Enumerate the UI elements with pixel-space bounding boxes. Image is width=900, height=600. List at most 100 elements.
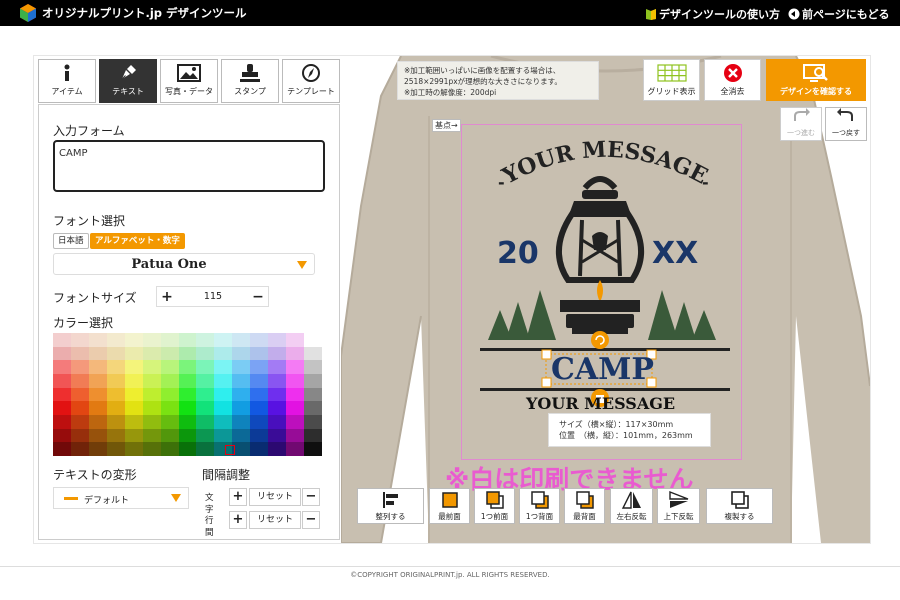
color-swatch[interactable] [70, 428, 89, 443]
line-spacing-minus-button[interactable]: − [302, 511, 320, 529]
color-swatch[interactable] [70, 374, 89, 388]
color-swatch[interactable] [178, 333, 197, 347]
color-swatch[interactable] [160, 428, 179, 443]
font-select[interactable]: Patua One [53, 253, 315, 275]
color-swatch[interactable] [196, 401, 215, 415]
color-swatch[interactable] [106, 360, 125, 374]
color-swatch[interactable] [268, 374, 287, 388]
tab-stamp[interactable]: スタンプ [221, 59, 279, 103]
color-swatch[interactable] [214, 333, 233, 347]
color-swatch[interactable] [232, 415, 251, 429]
decrease-button[interactable]: − [249, 288, 267, 306]
color-swatch[interactable] [214, 401, 233, 415]
color-swatch[interactable] [124, 346, 143, 361]
color-swatch[interactable] [124, 442, 143, 456]
bring-to-front-button[interactable]: 最前面 [429, 488, 470, 524]
color-swatch[interactable] [232, 374, 251, 388]
color-swatch[interactable] [142, 415, 161, 429]
color-swatch[interactable] [142, 333, 161, 347]
color-swatch[interactable] [214, 360, 233, 374]
color-swatch[interactable] [106, 374, 125, 388]
top-message-text[interactable]: YOUR MESSAGE [497, 137, 712, 190]
color-swatch[interactable] [160, 360, 179, 374]
color-swatch[interactable] [250, 387, 269, 402]
color-swatch[interactable] [304, 415, 322, 429]
main-text[interactable]: CAMP [551, 352, 654, 387]
color-swatch[interactable] [232, 346, 251, 361]
rotate-handle-icon[interactable] [591, 331, 609, 349]
color-swatch[interactable] [70, 415, 89, 429]
tab-item[interactable]: アイテム [38, 59, 96, 103]
color-swatch[interactable] [286, 428, 305, 443]
color-swatch[interactable] [124, 415, 143, 429]
tab-text[interactable]: テキスト [99, 59, 157, 103]
color-swatch[interactable] [250, 360, 269, 374]
color-swatch[interactable] [286, 374, 305, 388]
color-swatch[interactable] [88, 428, 107, 443]
color-swatch[interactable] [232, 333, 251, 347]
color-swatch[interactable] [178, 401, 197, 415]
bring-forward-button[interactable]: 1つ前面 [474, 488, 515, 524]
color-swatch[interactable] [250, 428, 269, 443]
color-swatch[interactable] [160, 442, 179, 456]
color-swatch[interactable] [142, 387, 161, 402]
color-swatch[interactable] [70, 442, 89, 456]
resize-handle[interactable] [541, 377, 552, 388]
color-swatch[interactable] [232, 428, 251, 443]
color-swatch[interactable] [196, 346, 215, 361]
color-swatch[interactable] [53, 415, 71, 429]
color-swatch[interactable] [106, 415, 125, 429]
tab-template[interactable]: テンプレート [282, 59, 340, 103]
color-swatch[interactable] [160, 387, 179, 402]
color-swatch[interactable] [286, 415, 305, 429]
line-spacing-reset-button[interactable]: リセット [249, 511, 301, 529]
color-swatch[interactable] [268, 360, 287, 374]
bottom-message-text[interactable]: YOUR MESSAGE [526, 394, 675, 413]
color-swatch[interactable] [53, 401, 71, 415]
color-swatch[interactable] [124, 333, 143, 347]
color-swatch[interactable] [232, 387, 251, 402]
color-swatch[interactable] [88, 346, 107, 361]
color-swatch[interactable] [268, 428, 287, 443]
color-swatch[interactable] [196, 415, 215, 429]
color-swatch[interactable] [124, 387, 143, 402]
flip-vertical-button[interactable]: 上下反転 [657, 488, 700, 524]
color-swatch[interactable] [286, 387, 305, 402]
align-button[interactable]: 整列する [357, 488, 424, 524]
send-backward-button[interactable]: 1つ背面 [519, 488, 560, 524]
color-swatch[interactable] [268, 401, 287, 415]
color-swatch[interactable] [53, 374, 71, 388]
color-swatch[interactable] [53, 387, 71, 402]
increase-button[interactable]: + [158, 288, 176, 306]
undo-button[interactable]: 一つ戻す [825, 107, 867, 141]
color-swatch[interactable] [142, 360, 161, 374]
color-swatch[interactable] [160, 333, 179, 347]
color-swatch[interactable] [214, 428, 233, 443]
color-swatch[interactable] [250, 442, 269, 456]
color-swatch[interactable] [124, 401, 143, 415]
font-tab-japanese[interactable]: 日本語 [53, 233, 89, 249]
color-swatch[interactable] [286, 346, 305, 361]
year-right-text[interactable]: XX [652, 236, 698, 271]
color-swatch[interactable] [286, 360, 305, 374]
color-swatch[interactable] [196, 387, 215, 402]
letter-spacing-plus-button[interactable]: + [229, 488, 247, 506]
color-swatch[interactable] [196, 428, 215, 443]
color-swatch[interactable] [53, 428, 71, 443]
color-swatch[interactable] [106, 333, 125, 347]
color-swatch[interactable] [88, 415, 107, 429]
color-swatch[interactable] [214, 374, 233, 388]
color-swatch[interactable] [88, 360, 107, 374]
color-swatch[interactable] [304, 428, 322, 443]
color-swatch[interactable] [268, 387, 287, 402]
resize-handle[interactable] [541, 349, 552, 360]
color-swatch[interactable] [232, 360, 251, 374]
color-swatch[interactable] [178, 428, 197, 443]
transform-select[interactable]: デフォルト [53, 487, 189, 509]
color-swatch[interactable] [250, 374, 269, 388]
color-swatch[interactable] [53, 346, 71, 361]
color-swatch[interactable] [178, 374, 197, 388]
letter-spacing-minus-button[interactable]: − [302, 488, 320, 506]
color-swatch[interactable] [53, 360, 71, 374]
font-size-value[interactable]: 115 [177, 291, 249, 302]
